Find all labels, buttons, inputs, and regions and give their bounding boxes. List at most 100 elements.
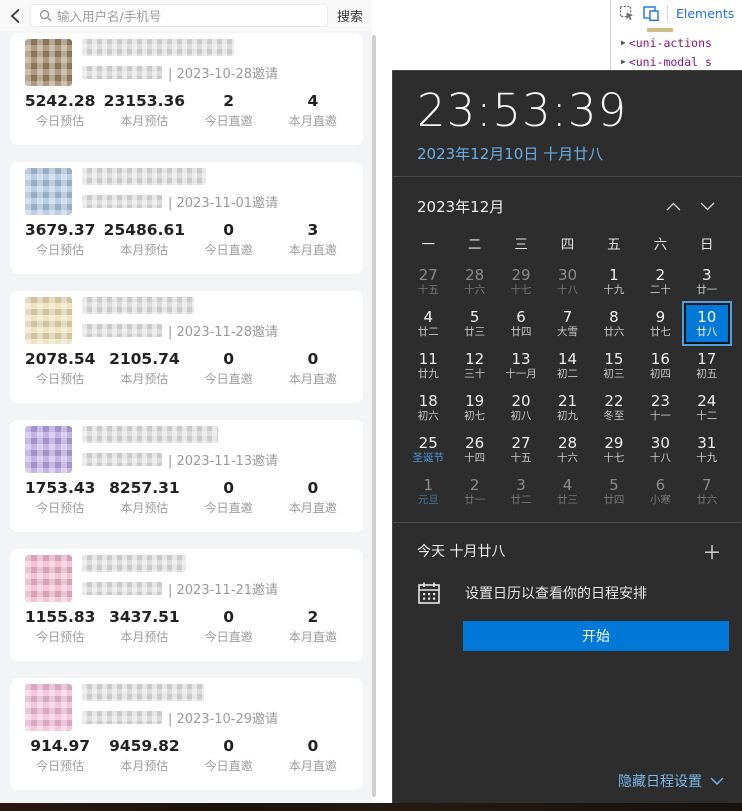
lunar-label: 廿六 — [603, 325, 625, 338]
prev-month-button[interactable] — [656, 195, 690, 217]
day-cell[interactable]: 29 十七 — [498, 261, 544, 302]
user-card[interactable]: | 2023-11-21邀请 1155.83 今日预估 3437.51 本月预估… — [10, 549, 363, 661]
redacted-user-id — [82, 582, 162, 595]
weekday-label: 二 — [467, 237, 482, 253]
weekday-header: 一二三四五六日 — [393, 233, 742, 257]
stat-label: 本月预估 — [120, 501, 169, 515]
day-cell[interactable]: 29 十七 — [591, 429, 637, 470]
day-number: 11 — [418, 349, 438, 368]
user-card[interactable]: | 2023-11-01邀请 3679.37 今日预估 25486.61 本月预… — [10, 162, 363, 274]
stat-label: 本月直邀 — [288, 501, 337, 515]
search-button[interactable]: 搜索 — [337, 6, 363, 25]
day-cell[interactable]: 18 初六 — [405, 387, 451, 428]
day-cell[interactable]: 26 十四 — [451, 429, 497, 470]
day-cell[interactable]: 2 二十 — [637, 261, 683, 302]
day-number: 19 — [465, 391, 485, 410]
dom-node[interactable]: ▶ <uni-modal s — [621, 52, 742, 70]
day-cell[interactable]: 28 十六 — [451, 261, 497, 302]
stat-column: 3679.37 今日预估 — [18, 220, 102, 260]
day-cell[interactable]: 28 十六 — [544, 429, 590, 470]
user-card[interactable]: | 2023-10-29邀请 914.97 今日预估 9459.82 本月预估 … — [10, 678, 363, 790]
dom-node[interactable]: ▶ <uni-actions — [621, 33, 742, 52]
avatar — [25, 297, 72, 344]
search-input[interactable]: 输入用户名/手机号 — [30, 4, 328, 27]
day-cell[interactable]: 3 廿一 — [684, 261, 730, 302]
start-button[interactable]: 开始 — [463, 621, 729, 651]
back-button[interactable] — [0, 8, 30, 24]
day-cell[interactable]: 5 廿四 — [591, 471, 637, 512]
stat-value: 914.97 — [30, 737, 91, 755]
day-cell[interactable]: 6 小寒 — [637, 471, 683, 512]
day-cell[interactable]: 4 廿三 — [544, 471, 590, 512]
day-cell[interactable]: 22 冬至 — [591, 387, 637, 428]
day-cell[interactable]: 17 初五 — [684, 345, 730, 386]
day-cell[interactable]: 3 廿二 — [498, 471, 544, 512]
expand-arrow-icon[interactable]: ▶ — [621, 57, 626, 66]
next-month-button[interactable] — [690, 195, 724, 217]
month-header: 2023年12月 — [393, 177, 742, 217]
day-cell[interactable]: 4 廿二 — [405, 303, 451, 344]
user-card[interactable]: | 2023-11-13邀请 1753.43 今日预估 8257.31 本月预估… — [10, 420, 363, 532]
day-cell[interactable]: 7 大雪 — [544, 303, 590, 344]
stat-column: 2078.54 今日预估 — [18, 349, 102, 389]
clock-time: 23:53:39 — [417, 84, 628, 137]
day-cell[interactable]: 12 三十 — [451, 345, 497, 386]
day-cell[interactable]: 1 十九 — [591, 261, 637, 302]
day-cell[interactable]: 14 初二 — [544, 345, 590, 386]
user-card[interactable]: | 2023-11-28邀请 2078.54 今日预估 2105.74 本月预估… — [10, 291, 363, 403]
day-cell[interactable]: 8 廿六 — [591, 303, 637, 344]
day-cell[interactable]: 11 廿九 — [405, 345, 451, 386]
lunar-label: 廿一 — [696, 283, 718, 296]
day-cell[interactable]: 16 初四 — [637, 345, 683, 386]
stat-column: 2 今日直邀 — [187, 91, 271, 131]
day-cell[interactable]: 25 圣诞节 — [405, 429, 451, 470]
taskbar-edge — [0, 803, 742, 811]
stat-label: 今日预估 — [36, 501, 85, 515]
devtools-dom-tree: ▶ <uni-actions ▶ <uni-modal s — [611, 28, 742, 70]
stat-label: 本月直邀 — [288, 243, 337, 257]
lunar-label: 初七 — [464, 409, 486, 422]
day-cell[interactable]: 31 十九 — [684, 429, 730, 470]
list-scrollbar[interactable] — [372, 35, 376, 797]
stat-value: 0 — [223, 221, 235, 239]
day-number: 4 — [423, 307, 433, 326]
day-cell[interactable]: 5 廿三 — [451, 303, 497, 344]
add-event-button[interactable]: ＋ — [698, 537, 726, 565]
user-list[interactable]: | 2023-10-28邀请 5242.28 今日预估 23153.36 本月预… — [0, 31, 372, 803]
hide-agenda-settings[interactable]: 隐藏日程设置 — [618, 771, 724, 791]
day-cell[interactable]: 27 十五 — [498, 429, 544, 470]
user-stats: 1753.43 今日预估 8257.31 本月预估 0 今日直邀 0 本月直邀 — [18, 478, 355, 518]
day-cell[interactable]: 7 廿六 — [684, 471, 730, 512]
day-cell[interactable]: 24 十二 — [684, 387, 730, 428]
day-cell-selected[interactable]: 10 廿八 — [681, 301, 733, 346]
day-cell[interactable]: 30 十八 — [637, 429, 683, 470]
lunar-label: 十一 — [649, 409, 671, 422]
day-cell[interactable]: 6 廿四 — [498, 303, 544, 344]
day-number: 13 — [511, 349, 531, 368]
day-number: 6 — [516, 307, 526, 326]
expand-arrow-icon[interactable]: ▶ — [621, 38, 626, 47]
day-cell[interactable]: 13 十一月 — [498, 345, 544, 386]
lunar-label: 廿七 — [649, 325, 671, 338]
avatar — [25, 555, 72, 602]
month-label[interactable]: 2023年12月 — [417, 196, 656, 217]
day-cell[interactable]: 15 初三 — [591, 345, 637, 386]
hide-settings-label: 隐藏日程设置 — [618, 774, 702, 790]
tab-elements[interactable]: Elements — [676, 6, 734, 21]
stat-value: 1155.83 — [24, 608, 96, 626]
day-cell[interactable]: 30 十八 — [544, 261, 590, 302]
user-card[interactable]: | 2023-10-28邀请 5242.28 今日预估 23153.36 本月预… — [10, 33, 363, 145]
day-cell[interactable]: 9 廿七 — [637, 303, 683, 344]
day-cell[interactable]: 1 元旦 — [405, 471, 451, 512]
day-cell[interactable]: 27 十五 — [405, 261, 451, 302]
device-toolbar-icon[interactable] — [643, 5, 659, 21]
day-cell[interactable]: 23 十一 — [637, 387, 683, 428]
day-cell[interactable]: 21 初九 — [544, 387, 590, 428]
day-cell[interactable]: 19 初七 — [451, 387, 497, 428]
day-cell[interactable]: 20 初八 — [498, 387, 544, 428]
inspect-element-icon[interactable] — [619, 5, 635, 21]
weekday-label: 三 — [514, 237, 528, 253]
day-cell[interactable]: 2 廿一 — [451, 471, 497, 512]
day-number: 27 — [418, 265, 438, 284]
stat-label: 今日预估 — [36, 630, 85, 644]
